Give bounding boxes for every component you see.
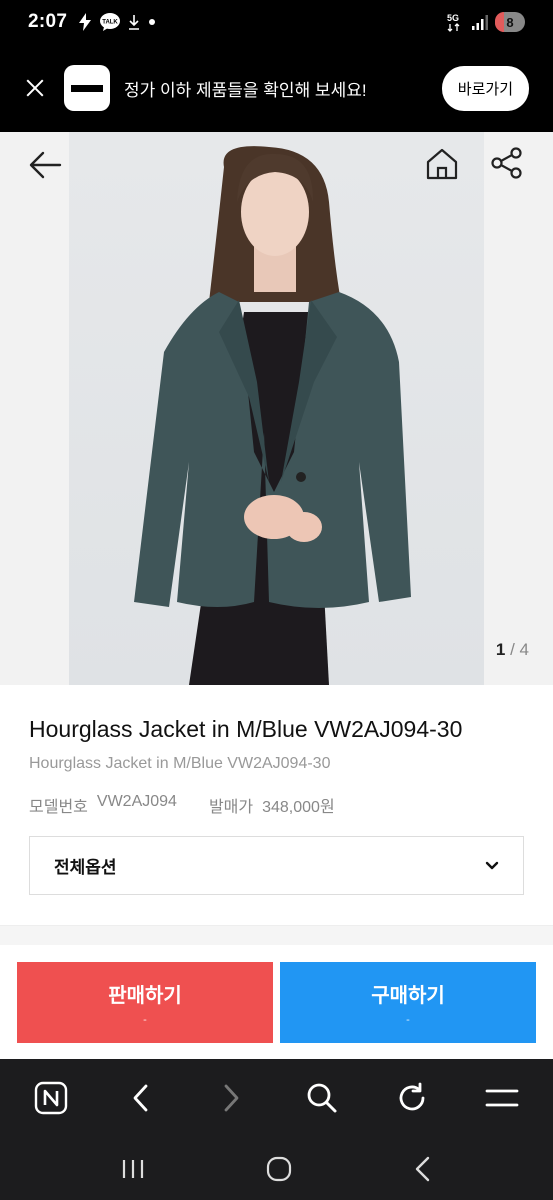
status-time: 2:07 — [28, 11, 68, 32]
browser-back-button[interactable] — [121, 1078, 161, 1118]
product-photo — [69, 132, 484, 685]
product-subtitle: Hourglass Jacket in M/Blue VW2AJ094-30 — [29, 755, 331, 772]
total-pages: 4 — [519, 640, 529, 659]
app-screen: 2:07 TALK 5G 8 정가 이하 제품들을 확인해 보세요! 바로가기 — [0, 0, 553, 1200]
home-circle-icon[interactable] — [266, 1156, 292, 1182]
home-icon[interactable] — [424, 146, 460, 182]
notification-icons: TALK — [77, 12, 157, 32]
app-logo — [64, 65, 110, 111]
promo-banner: 정가 이하 제품들을 확인해 보세요! 바로가기 — [0, 44, 553, 132]
section-divider — [0, 925, 553, 945]
chevron-left-icon — [133, 1084, 148, 1112]
option-label: 전체옵션 — [54, 858, 117, 877]
gallery-page-indicator: 1 / 4 — [496, 640, 529, 660]
share-icon[interactable] — [490, 146, 524, 180]
battery-level: 8 — [506, 14, 514, 30]
dot-icon — [149, 19, 156, 25]
browser-toolbar — [0, 1059, 553, 1137]
status-bar: 2:07 TALK 5G 8 — [0, 0, 553, 44]
sell-button-label: 판매하기 — [108, 985, 182, 1007]
option-select[interactable]: 전체옵션 — [29, 836, 524, 895]
recent-apps-icon[interactable] — [120, 1158, 146, 1180]
signal-icon — [472, 15, 488, 30]
browser-forward-button[interactable] — [211, 1078, 251, 1118]
chevron-down-icon — [485, 861, 499, 869]
buy-button[interactable]: 구매하기 - — [280, 962, 536, 1043]
buy-button-price: - — [406, 1014, 410, 1026]
browser-search-button[interactable] — [302, 1078, 342, 1118]
product-meta: 모델번호 VW2AJ094 발매가 348,000원 — [29, 793, 335, 817]
talk-icon: TALK — [100, 13, 121, 31]
status-right: 5G 8 — [445, 11, 525, 33]
back-arrow-icon[interactable] — [28, 148, 62, 182]
sell-button-price: - — [143, 1014, 147, 1026]
product-title: Hourglass Jacket in M/Blue VW2AJ094-30 — [29, 716, 463, 742]
download-icon — [129, 15, 140, 30]
network-5g-icon: 5G — [447, 13, 460, 32]
flash-icon — [79, 13, 92, 31]
refresh-icon — [399, 1082, 425, 1111]
model-number-label: 모델번호 — [29, 799, 88, 816]
browser-menu-button[interactable] — [482, 1078, 522, 1118]
model-number-value: VW2AJ094 — [96, 793, 177, 810]
battery-indicator: 8 — [495, 12, 525, 32]
close-icon[interactable] — [24, 77, 46, 99]
network-label: 5G — [447, 13, 459, 23]
release-price-value: 348,000원 — [262, 799, 335, 816]
release-price-label: 발매가 — [208, 799, 254, 816]
page-separator: / — [505, 640, 520, 659]
naver-home-button[interactable] — [31, 1078, 71, 1118]
buy-button-label: 구매하기 — [371, 985, 445, 1007]
sell-button[interactable]: 판매하기 - — [17, 962, 273, 1043]
current-page: 1 — [495, 640, 506, 659]
browser-refresh-button[interactable] — [392, 1078, 432, 1118]
product-gallery[interactable]: 1 / 4 — [0, 132, 553, 685]
banner-text: 정가 이하 제품들을 확인해 보세요! — [124, 80, 367, 100]
naver-n-icon — [34, 1081, 68, 1115]
search-icon — [307, 1083, 337, 1113]
system-back-icon[interactable] — [413, 1156, 433, 1182]
talk-badge-text: TALK — [102, 20, 118, 26]
banner-go-button[interactable]: 바로가기 — [441, 65, 529, 111]
system-nav-bar — [0, 1137, 553, 1200]
model-illustration — [134, 146, 411, 685]
chevron-right-icon — [224, 1084, 239, 1112]
hamburger-menu-icon — [485, 1089, 519, 1107]
